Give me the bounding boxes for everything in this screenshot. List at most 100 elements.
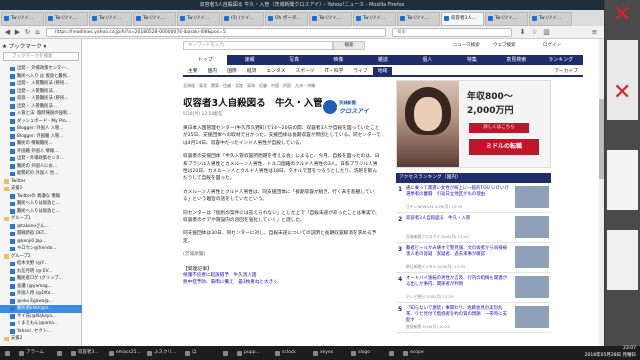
browser-tab[interactable]: Oh ポータ... bbox=[265, 12, 308, 26]
bookmark-item[interactable]: 出発・ 入管難民法... bbox=[0, 103, 82, 111]
taskbar-item[interactable]: ほ bbox=[184, 348, 220, 358]
menu-icon[interactable]: ≡ bbox=[590, 28, 599, 37]
bookmark-item[interactable]: 難民へ入りは仮放と... bbox=[0, 200, 82, 208]
desktop-window-fragment-3[interactable] bbox=[607, 230, 638, 290]
browser-search-input[interactable]: 検索 bbox=[392, 28, 512, 37]
bookmark-folder[interactable]: グループ1 bbox=[0, 215, 82, 223]
news-search-link[interactable]: ニュース検索 bbox=[453, 41, 480, 50]
yahoo-sub-tab[interactable]: 主要 bbox=[183, 67, 203, 75]
yahoo-sub-tab[interactable]: 国内 bbox=[203, 67, 223, 75]
yahoo-nav-tab[interactable]: 速報 bbox=[227, 55, 271, 65]
bookmark-item[interactable]: 難民者ENO(@U... bbox=[0, 305, 82, 313]
bookmark-item[interactable]: 出発・ 入管難民法 (移民... bbox=[0, 80, 82, 88]
yahoo-nav-tab[interactable]: トップ bbox=[183, 55, 228, 65]
yahoo-sub-tab[interactable]: ライフ bbox=[348, 67, 372, 75]
bookmark-item[interactable]: 開戦新宿 DET... bbox=[0, 230, 82, 238]
ranking-item[interactable]: 1 通に乗って遭遇い女性が稼上に一般的TOU いけいけ 選挙者の奮闘 引返日立地区… bbox=[396, 183, 551, 213]
taskbar-item[interactable]: sclock bbox=[274, 348, 310, 358]
forward-icon[interactable]: ▶ bbox=[13, 28, 22, 37]
bookmark-item[interactable]: 難民の 外国人にお... bbox=[0, 163, 82, 171]
browser-tab[interactable]: 収容者3人... bbox=[441, 12, 484, 26]
yahoo-sub-tab[interactable]: 国際 bbox=[222, 67, 242, 75]
scrollbar-thumb[interactable] bbox=[599, 99, 604, 179]
bookmark-item[interactable]: 出発・ 外場政策センター... bbox=[0, 65, 82, 73]
bookmark-item[interactable]: @kenji0 Jap... bbox=[0, 238, 82, 246]
bookmark-item[interactable]: 丸在月明 (@ EV... bbox=[0, 268, 82, 276]
web-search-link[interactable]: ウェブ検索 bbox=[493, 41, 516, 50]
yahoo-sub-tab[interactable]: スポーツ bbox=[290, 67, 319, 75]
bookmark-item[interactable]: 結木文野 (@Y... bbox=[0, 260, 82, 268]
browser-tab[interactable]: Tw (ツイ... bbox=[485, 12, 528, 26]
bookmark-item[interactable]: Twitterの 異議な 情報 bbox=[0, 193, 82, 201]
bookmark-item[interactable]: 出発・外場政策センタ... bbox=[0, 155, 82, 163]
taskbar-item[interactable]: アラーム bbox=[18, 348, 54, 358]
ranking-item[interactable]: 2 収容者3人自殺図る 牛久・入管 茨城新聞クロスアイ 5/28(月) 12:54 bbox=[396, 213, 551, 243]
yahoo-nav-tab[interactable]: 個人 bbox=[405, 55, 449, 65]
taskbar-item[interactable] bbox=[56, 348, 68, 358]
login-link[interactable]: ログイン bbox=[543, 41, 561, 50]
bookmark-item[interactable]: Blogger: 外国人 入管... bbox=[0, 125, 82, 133]
bookmark-item[interactable]: 難民者ログ (グリップ... bbox=[0, 275, 82, 283]
bookmark-folder[interactable]: グループ2 bbox=[0, 253, 82, 261]
taskbar-item[interactable]: 収容者3... bbox=[70, 348, 106, 358]
ranking-link[interactable]: 「知らないで連続」事関わり、佐藤会見の実別丸茶、りた見付で無感者を約の質の問題 … bbox=[406, 306, 510, 323]
bookmark-folder[interactable]: Twitter bbox=[0, 178, 82, 186]
ranking-link[interactable]: 収容者3人自殺図る 牛久・入管 bbox=[406, 216, 510, 222]
yahoo-nav-tab[interactable]: 意見検索 bbox=[494, 55, 538, 65]
bookmark-item[interactable]: @takanoさん... bbox=[0, 223, 82, 231]
taskbar-item[interactable] bbox=[4, 348, 16, 358]
taskbar-item[interactable] bbox=[388, 348, 400, 358]
browser-tab[interactable]: (5) (ツイ... bbox=[221, 12, 264, 26]
browser-tab[interactable]: Tw (ツイ... bbox=[529, 12, 572, 26]
browser-tab[interactable]: Tw (ツイ... bbox=[353, 12, 396, 26]
archive-link[interactable]: アーカイブ bbox=[549, 67, 583, 75]
bookmark-item[interactable]: 能勢町の 外国人 見... bbox=[0, 170, 82, 178]
library-icon[interactable]: ▥ bbox=[542, 28, 551, 37]
bookmark-star-icon[interactable]: ☆ bbox=[530, 28, 539, 37]
yahoo-nav-tab[interactable]: 特集 bbox=[450, 55, 494, 65]
bookmark-search-input[interactable]: ブックマークを検索 bbox=[3, 52, 79, 61]
bookmark-item[interactable]: 入管と法: 臨時帰国の強制... bbox=[0, 110, 82, 118]
bookmark-folder[interactable]: 支援2 bbox=[0, 335, 82, 343]
advertisement[interactable]: 年収800〜 2,000万円 詳しくはこちら ミドルの転職 bbox=[396, 80, 551, 168]
browser-tab[interactable]: Tw (ツイ... bbox=[177, 12, 220, 26]
bookmark-item[interactable]: Yahoo!, セクト... bbox=[0, 328, 82, 336]
browser-tab[interactable]: Tw (ツイ... bbox=[1, 12, 44, 26]
taskbar-item[interactable]: ふスクリ... bbox=[146, 348, 182, 358]
url-bar[interactable]: https://headlines.yahoo.co.jp/hl?a=20180… bbox=[46, 28, 386, 37]
taskbar-item[interactable] bbox=[222, 348, 234, 358]
taskbar-item[interactable]: emacs25... bbox=[108, 348, 144, 358]
taskbar-item[interactable]: ecope bbox=[402, 348, 438, 358]
bookmark-item[interactable]: Blogger: 外国籍 入管... bbox=[0, 133, 82, 141]
bookmark-folder[interactable]: 支援1 bbox=[0, 185, 82, 193]
browser-tab[interactable]: Tw (ツイ... bbox=[89, 12, 132, 26]
browser-tab[interactable]: Tw (ツイ... bbox=[397, 12, 440, 26]
browser-tab[interactable]: Tw (ツイ... bbox=[133, 12, 176, 26]
bookmark-item[interactable]: @oka Egawa@... bbox=[0, 298, 82, 306]
bookmark-item[interactable]: 難民へ入りは仮放と... bbox=[0, 208, 82, 216]
home-icon[interactable]: ⌂ bbox=[33, 28, 42, 37]
bookmark-item[interactable]: ダッシュボード - My Pro... bbox=[0, 118, 82, 126]
bookmark-item[interactable]: 外国籍 外国人 情報... bbox=[0, 148, 82, 156]
ranking-item[interactable]: 5 「知らないで連続」事関わり、佐藤会見の実別丸茶、りた見付で無感者を約の質の問題… bbox=[396, 303, 551, 333]
back-icon[interactable]: ◀ bbox=[3, 28, 12, 37]
browser-tab[interactable]: Tw (ツイ... bbox=[45, 12, 88, 26]
bookmark-item[interactable]: くまえもん(@ama... bbox=[0, 320, 82, 328]
yahoo-sub-tab[interactable]: 経済 bbox=[242, 67, 262, 75]
bookmark-item[interactable]: 外国人用 (@Dlta... bbox=[0, 290, 82, 298]
bookmark-item[interactable]: 収容・ 入管難民法 (移民... bbox=[0, 95, 82, 103]
desktop-window-fragment-2[interactable] bbox=[607, 150, 638, 210]
ranking-link[interactable]: 難者ビールかみ壊すで警見報、文の仮者から同様被害人者の容疑 家疑者、過去来事が確… bbox=[406, 246, 510, 258]
yahoo-search-button[interactable]: 検索 bbox=[333, 41, 365, 50]
page-scrollbar[interactable] bbox=[599, 39, 604, 346]
bookmark-item[interactable]: 難民の 情報難民... bbox=[0, 140, 82, 148]
yahoo-nav-tab[interactable]: 映像 bbox=[316, 55, 360, 65]
taskbar-item[interactable]: sIogo bbox=[350, 348, 386, 358]
yahoo-search-input[interactable]: キーワードを入力 bbox=[183, 41, 333, 50]
browser-tab[interactable]: Tw (ツイ... bbox=[309, 12, 352, 26]
yahoo-nav-tab[interactable]: ランキング bbox=[539, 55, 583, 65]
taskbar-item[interactable]: xeyes bbox=[312, 348, 348, 358]
taskbar-item[interactable]: pupp... bbox=[236, 348, 272, 358]
ranking-item[interactable]: 4 オートバイ速転の男性か言及、行内の指摘も関連がる出しが事内、関係者が判明 テレビ… bbox=[396, 273, 551, 303]
ranking-link[interactable]: オートバイ速転の男性か言及、行内の指摘も関連がる出しが事内、関係者が判明 bbox=[406, 276, 510, 288]
